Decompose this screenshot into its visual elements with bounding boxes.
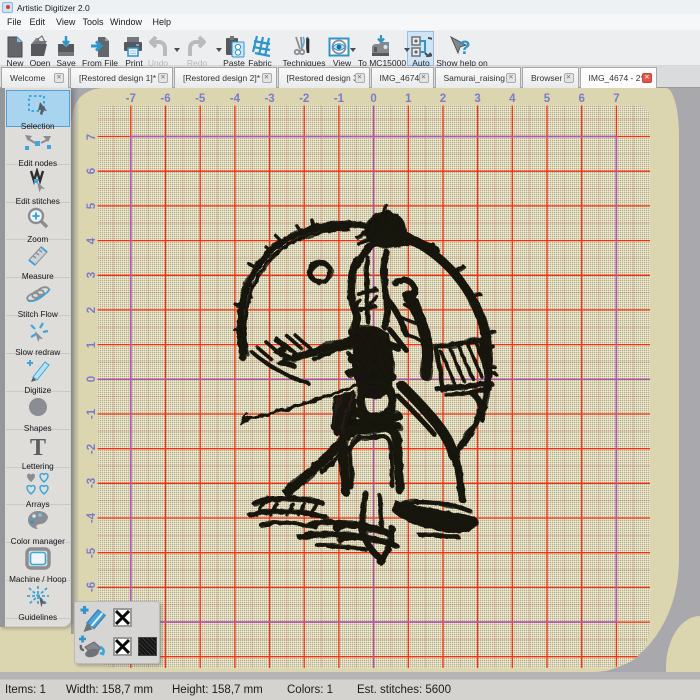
svg-text:T: T [30, 435, 46, 459]
